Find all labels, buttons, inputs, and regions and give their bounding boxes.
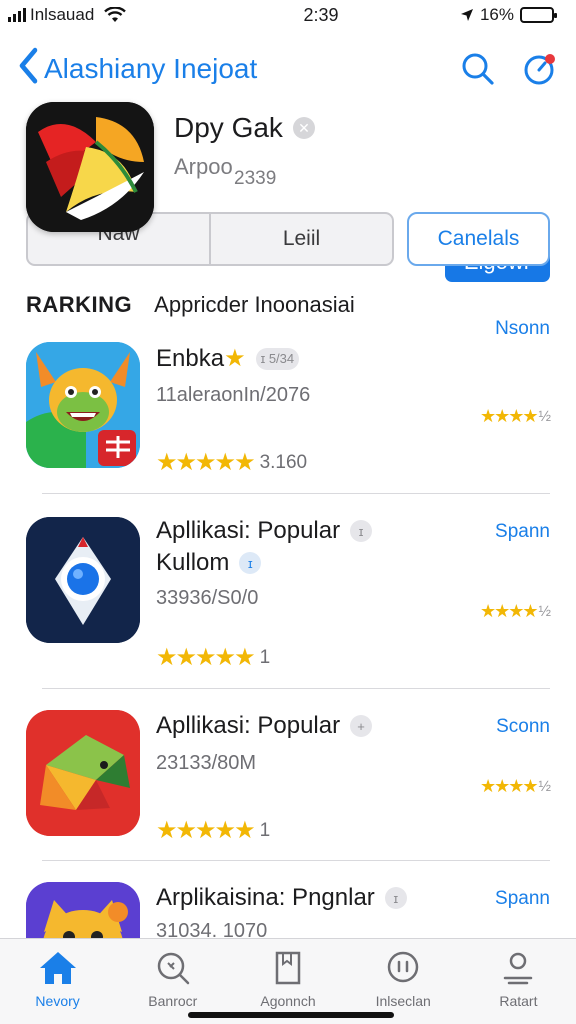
app-icon-game[interactable]: [26, 342, 140, 468]
location-icon: [460, 9, 473, 21]
star-icon: ★: [224, 345, 246, 372]
carrier-name: Inlsauad: [30, 5, 95, 24]
home-indicator[interactable]: [188, 1012, 394, 1018]
nav-bar: Alashiany Inejoat: [0, 44, 576, 94]
app-badge: ɪ 5/34: [255, 347, 300, 370]
section-header: RARKING Appricder Inoonasiai: [26, 292, 355, 318]
rating-stars: ★★★★★: [156, 644, 256, 671]
tab-label: Agonnch: [260, 993, 316, 1009]
status-time: 2:39: [303, 4, 339, 25]
app-title: Apllikasi: Popular ɪ: [156, 517, 373, 545]
battery-percent: 16%: [479, 5, 514, 24]
rating-stars: ★★★★: [479, 601, 539, 621]
app-title: Apllikasi: Popular +: [156, 712, 373, 740]
rating-left: ★★★★★ 1: [156, 816, 270, 845]
rating-count: 3.160: [259, 451, 308, 473]
rating-half: ½: [538, 778, 550, 795]
cancel-button[interactable]: Canelals: [407, 212, 550, 266]
profile-icon: [498, 949, 538, 987]
app-subtitle: 31034. 1070: [156, 920, 268, 938]
app-name: Apllikasi: Popular: [156, 517, 341, 544]
rating-stars: ★★★★★: [156, 817, 256, 844]
divider: [42, 688, 550, 689]
status-right: 16%: [444, 5, 557, 25]
nav-title: Alashiany Inejoat: [44, 53, 258, 84]
tab-home[interactable]: Nevory: [0, 939, 115, 1024]
app-name: Apllikasi: Popular: [156, 712, 341, 739]
section-subheading: Appricder Inoonasiai: [154, 292, 355, 317]
search-icon: [153, 949, 193, 987]
app-subtitle: 11aleraonIn/2076: [156, 384, 311, 406]
divider: [42, 493, 550, 494]
rating-left: ★★★★★ 1: [156, 643, 270, 672]
rating-right: ★★★★ ½: [479, 776, 551, 797]
featured-app-icon[interactable]: [26, 102, 154, 232]
app-icon-cat[interactable]: [26, 882, 140, 938]
rating-half: ½: [538, 408, 550, 425]
section-heading: RARKING: [26, 292, 133, 317]
search-icon[interactable]: [460, 51, 496, 87]
app-icon-compass[interactable]: [26, 517, 140, 643]
featured-app-count: 2339: [234, 168, 277, 189]
app-name: Arplikaisina: Pngnlar: [156, 884, 375, 911]
list-item[interactable]: Apllikasi: Popular ɪ Kullom ɪ 33936/S0/0…: [0, 515, 576, 675]
list-item[interactable]: Apllikasi: Popular + 23133/80M Sconn ★★★…: [0, 708, 576, 858]
see-all-link[interactable]: Nsonn: [495, 318, 550, 340]
app-title-secondary: Kullom ɪ: [156, 549, 262, 577]
signal-icon: [8, 8, 26, 22]
rating-count: 1: [259, 646, 271, 668]
tab-label: Banrocr: [148, 993, 198, 1009]
bookmark-icon: [268, 949, 308, 987]
rating-stars: ★★★★: [479, 406, 539, 426]
app-name-secondary: Kullom: [156, 549, 230, 576]
rating-right: ★★★★ ½: [479, 601, 551, 622]
app-title: Arplikaisina: Pngnlar ɪ: [156, 884, 407, 912]
segment-list[interactable]: Leiil: [209, 214, 392, 264]
app-row-link[interactable]: Spann: [495, 521, 550, 543]
tab-label: Ratart: [499, 993, 538, 1009]
wifi-icon: [104, 7, 127, 22]
rating-right: ★★★★ ½: [479, 406, 551, 427]
rating-half: ½: [538, 603, 550, 620]
divider: [42, 860, 550, 861]
notification-icon[interactable]: [522, 51, 558, 87]
rating-count: 1: [259, 819, 271, 841]
message-icon: [383, 949, 423, 987]
app-row-link[interactable]: Sconn: [496, 716, 550, 738]
rating-left: ★★★★★ 3.160: [156, 448, 307, 477]
app-badge-secondary: ɪ: [239, 552, 262, 574]
app-subtitle: 33936/S0/0: [156, 587, 259, 609]
home-icon: [38, 949, 78, 987]
featured-app-name: Dpy Gak ✕: [174, 112, 315, 144]
status-left: Inlsauad: [8, 5, 198, 25]
battery-icon: [520, 7, 557, 23]
list-item[interactable]: Arplikaisina: Pngnlar ɪ 31034. 1070 Span…: [0, 880, 576, 938]
app-badge: ɪ: [384, 887, 407, 909]
app-name: Enbka: [156, 344, 225, 372]
list-item[interactable]: Enbka ★ ɪ 5/34 11aleraonIn/2076 ★★★★ ½ ★…: [0, 340, 576, 490]
app-row-link[interactable]: Spann: [495, 888, 550, 910]
tab-label: Inlseclan: [375, 993, 431, 1009]
featured-app-subtitle: Arpoo: [174, 154, 233, 179]
app-subtitle: 23133/80M: [156, 752, 257, 774]
rating-stars: ★★★★: [479, 776, 539, 796]
app-badge: ɪ: [350, 520, 373, 542]
status-bar: Inlsauad 2:39 16%: [0, 0, 576, 30]
rating-stars: ★★★★★: [156, 449, 256, 476]
app-title: Enbka ★ ɪ 5/34: [156, 344, 300, 373]
tab-label: Nevory: [35, 993, 80, 1009]
app-icon-origami[interactable]: [26, 710, 140, 836]
chevron-left-icon[interactable]: [18, 46, 38, 91]
tab-profile[interactable]: Ratart: [461, 939, 576, 1024]
app-badge: +: [350, 715, 373, 737]
close-icon[interactable]: ✕: [292, 117, 315, 139]
nav-actions: [460, 51, 558, 87]
featured-app-title: Dpy Gak: [174, 112, 283, 143]
